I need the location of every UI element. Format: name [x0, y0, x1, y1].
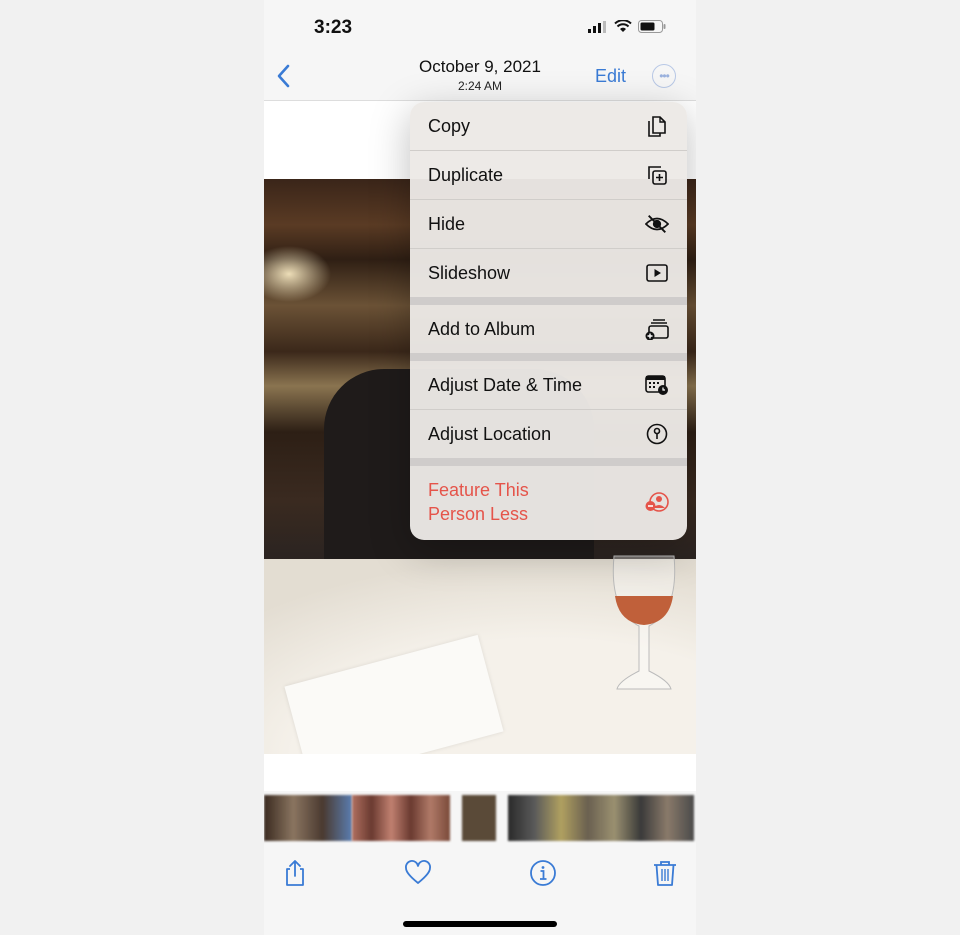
thumbnail-strip[interactable]: [264, 795, 696, 841]
menu-item-feature-person-less[interactable]: Feature This Person Less: [410, 466, 687, 538]
edit-button[interactable]: Edit: [595, 66, 626, 87]
bottom-toolbar: [264, 850, 696, 896]
status-bar: 3:23: [264, 0, 696, 50]
thumbnail[interactable]: [462, 795, 496, 841]
ellipsis-circle-icon: •••: [659, 69, 670, 83]
menu-separator: [410, 353, 687, 361]
status-time: 3:23: [314, 17, 353, 38]
menu-separator: [410, 458, 687, 466]
calendar-clock-icon: [645, 375, 668, 395]
wifi-icon: [614, 20, 632, 32]
location-pin-icon: [646, 423, 668, 445]
delete-button[interactable]: [650, 858, 680, 888]
person-minus-icon: [645, 492, 669, 512]
duplicate-icon: [648, 166, 667, 185]
menu-separator: [410, 297, 687, 305]
menu-item-duplicate[interactable]: Duplicate: [410, 151, 687, 200]
feature-less-line1: Feature This: [428, 480, 529, 500]
photo-wine-glass: [612, 555, 676, 690]
thumbnail[interactable]: [264, 795, 352, 841]
menu-item-slideshow[interactable]: Slideshow: [410, 249, 687, 297]
menu-item-hide[interactable]: Hide: [410, 200, 687, 249]
photo-time: 2:24 AM: [457, 79, 503, 93]
trash-icon: [654, 861, 676, 886]
context-menu: Copy Duplicate Hide Slideshow Add to Alb…: [410, 102, 687, 540]
nav-bar: October 9, 2021 2:24 AM Edit •••: [264, 50, 696, 101]
info-circle-icon: [530, 860, 556, 886]
favorite-button[interactable]: [403, 858, 433, 888]
thumbnail[interactable]: [508, 795, 694, 841]
thumbnail[interactable]: [352, 795, 450, 841]
copy-icon: [648, 116, 666, 137]
heart-icon: [405, 860, 431, 884]
menu-item-adjust-location[interactable]: Adjust Location: [410, 410, 687, 458]
battery-icon: [638, 20, 666, 33]
share-icon: [286, 860, 304, 886]
menu-item-add-to-album[interactable]: Add to Album: [410, 305, 687, 353]
menu-item-adjust-date-time[interactable]: Adjust Date & Time: [410, 361, 687, 410]
home-indicator[interactable]: [403, 921, 557, 927]
play-rectangle-icon: [646, 264, 668, 282]
feature-less-line2: Person Less: [428, 504, 529, 524]
share-button[interactable]: [280, 858, 310, 888]
cellular-signal-icon: [588, 20, 606, 33]
menu-item-copy[interactable]: Copy: [410, 102, 687, 151]
add-to-album-icon: [645, 319, 669, 340]
photo-date: October 9, 2021: [419, 57, 541, 76]
info-button[interactable]: [528, 858, 558, 888]
eye-slash-icon: [645, 215, 669, 233]
phone-screen: 3:23 October 9, 2021 2:24 AM Edit ••• Co…: [264, 0, 696, 935]
more-button[interactable]: •••: [652, 64, 676, 88]
